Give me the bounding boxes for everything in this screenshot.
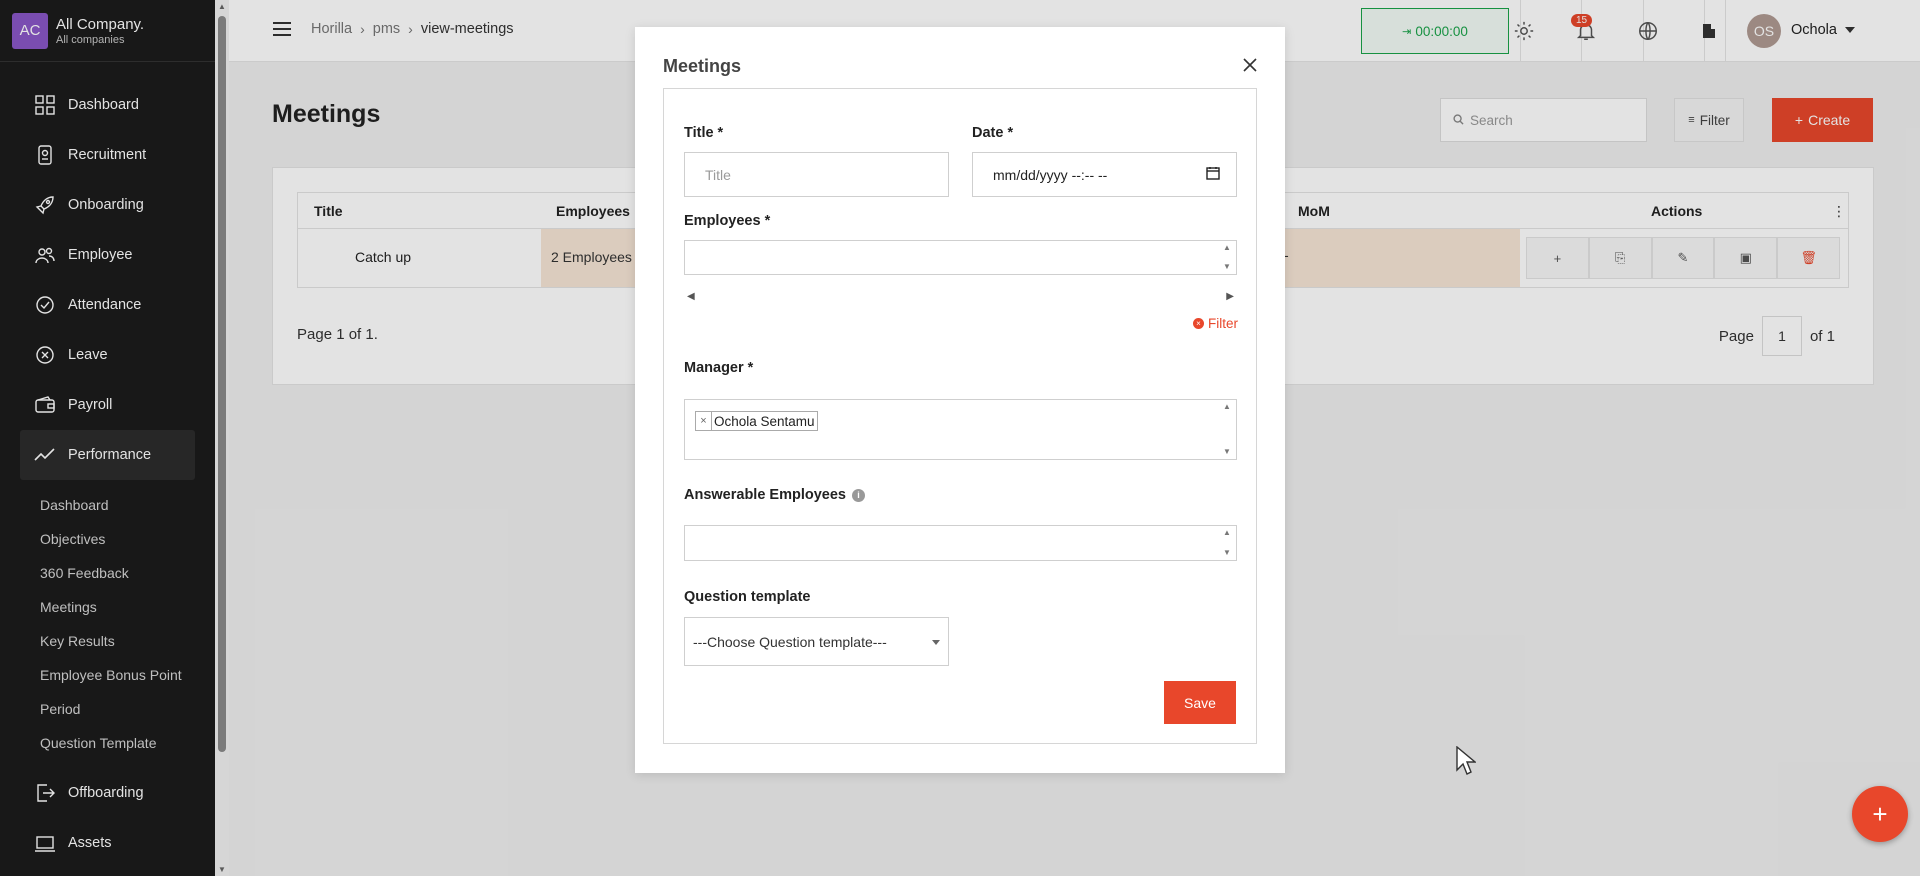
mouse-cursor-icon xyxy=(1456,746,1476,775)
modal-title: Meetings xyxy=(663,56,742,76)
required-mark: * xyxy=(717,125,724,141)
calendar-icon[interactable] xyxy=(1206,166,1220,183)
scroll-up-icon[interactable]: ▲ xyxy=(1223,243,1233,253)
employee-filter-link[interactable]: × Filter xyxy=(1193,316,1238,331)
scroll-right-icon[interactable]: ▶ xyxy=(1226,291,1234,302)
required-mark: * xyxy=(764,213,771,229)
save-button[interactable]: Save xyxy=(1164,681,1236,724)
required-mark: * xyxy=(1007,125,1014,141)
floating-add-button[interactable]: + xyxy=(1852,786,1908,842)
employees-label-text: Employees xyxy=(684,213,761,229)
scroll-up-icon[interactable]: ▲ xyxy=(1223,528,1233,538)
employees-label: Employees * xyxy=(684,213,770,229)
title-placeholder: Title xyxy=(705,166,731,183)
date-label-text: Date xyxy=(972,125,1004,141)
employees-select[interactable]: ▲ ▼ xyxy=(684,240,1237,275)
manager-label: Manager * xyxy=(684,360,753,376)
required-mark: * xyxy=(747,360,754,376)
answerable-employees-select[interactable]: ▲ ▼ xyxy=(684,525,1237,561)
employees-horizontal-scroll[interactable]: ◀ ▶ xyxy=(684,291,1237,305)
date-value: mm/dd/yyyy --:-- -- xyxy=(993,166,1108,183)
scroll-left-icon[interactable]: ◀ xyxy=(687,291,695,302)
scroll-up-icon[interactable]: ▲ xyxy=(1223,402,1233,412)
meeting-modal: Meetings Title * Title Date * mm/dd/yyyy -… xyxy=(635,27,1285,773)
scroll-down-icon[interactable]: ▼ xyxy=(1223,262,1233,272)
filter-dot-icon: × xyxy=(1193,318,1204,329)
close-icon[interactable] xyxy=(1240,55,1260,75)
remove-chip-icon[interactable]: × xyxy=(696,412,712,430)
question-template-value: ---Choose Question template--- xyxy=(693,633,887,650)
scroll-down-icon[interactable]: ▼ xyxy=(1223,548,1233,558)
meeting-form: Title * Title Date * mm/dd/yyyy --:-- -- E… xyxy=(663,88,1257,744)
title-input[interactable]: Title xyxy=(684,152,949,197)
date-input[interactable]: mm/dd/yyyy --:-- -- xyxy=(972,152,1237,197)
scroll-down-icon[interactable]: ▼ xyxy=(1223,447,1233,457)
question-template-select[interactable]: ---Choose Question template--- xyxy=(684,617,949,666)
selected-manager-chip: × Ochola Sentamu xyxy=(695,411,818,431)
manager-label-text: Manager xyxy=(684,360,744,376)
filter-link-label: Filter xyxy=(1208,316,1238,331)
selected-manager-name: Ochola Sentamu xyxy=(714,413,815,429)
title-label: Title * xyxy=(684,125,723,141)
manager-select[interactable]: × Ochola Sentamu ▲ ▼ xyxy=(684,399,1237,460)
question-template-label: Question template xyxy=(684,589,811,605)
info-icon[interactable]: i xyxy=(852,488,865,502)
answerable-employees-label: Answerable Employees i xyxy=(684,487,865,503)
chevron-down-icon xyxy=(932,640,940,645)
date-label: Date * xyxy=(972,125,1013,141)
answerable-label-text: Answerable Employees xyxy=(684,487,846,503)
title-label-text: Title xyxy=(684,125,714,141)
